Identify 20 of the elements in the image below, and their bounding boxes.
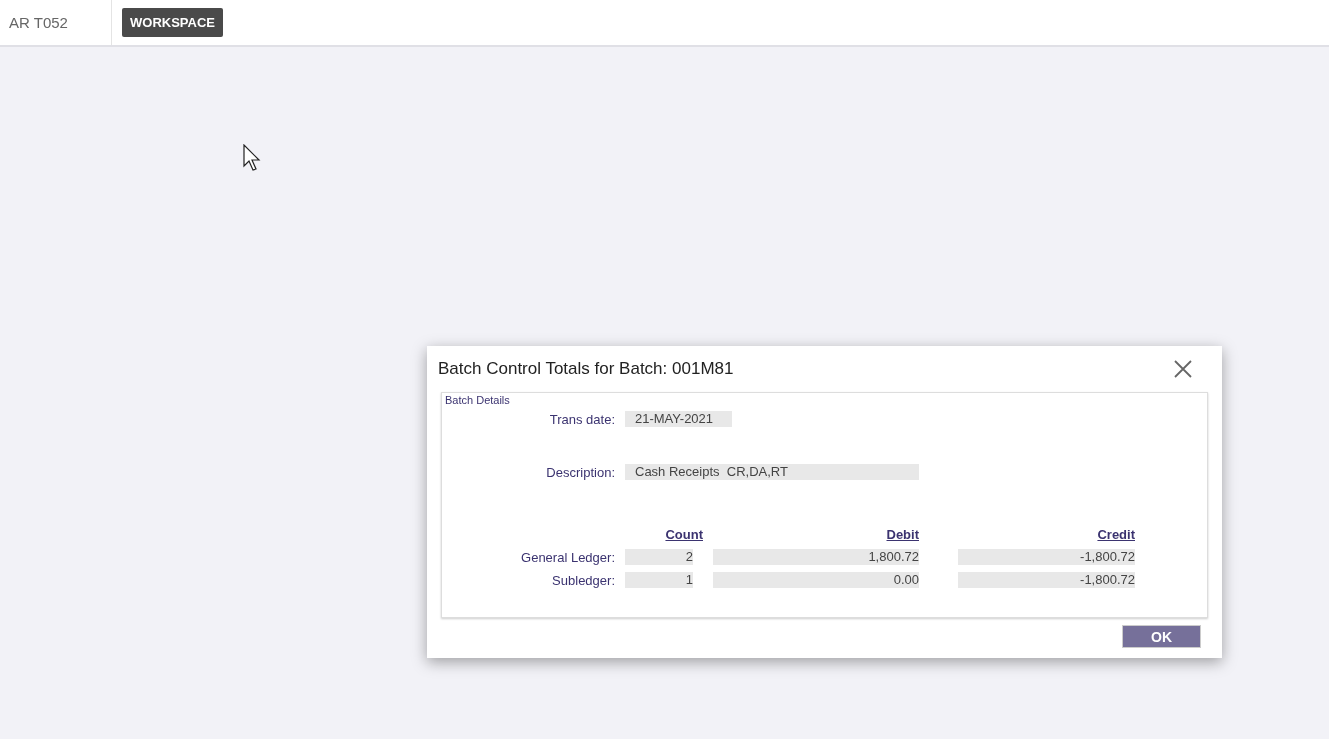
field-label: Trans date: [548,411,615,427]
row-label: Subledger: [551,572,615,588]
dialog-title: Batch Control Totals for Batch: 001M81 [438,359,734,379]
table-cell: 1,800.72 [713,549,919,565]
workspace-button[interactable]: WORKSPACE [122,8,223,37]
ok-button[interactable]: OK [1122,625,1201,648]
table-cell: 1 [625,572,693,588]
column-header: Credit [1096,527,1135,542]
app-title: AR T052 [0,0,112,45]
table-cell: 0.00 [713,572,919,588]
panel-legend: Batch Details [445,394,510,406]
row-label: General Ledger: [520,549,615,565]
field-label: Description: [545,464,615,480]
table-cell: -1,800.72 [958,572,1135,588]
close-icon[interactable] [1174,360,1192,378]
mouse-pointer-icon [243,144,262,172]
column-header: Count [664,527,703,542]
column-header: Debit [885,527,919,542]
table-cell: -1,800.72 [958,549,1135,565]
table-cell: 2 [625,549,693,565]
